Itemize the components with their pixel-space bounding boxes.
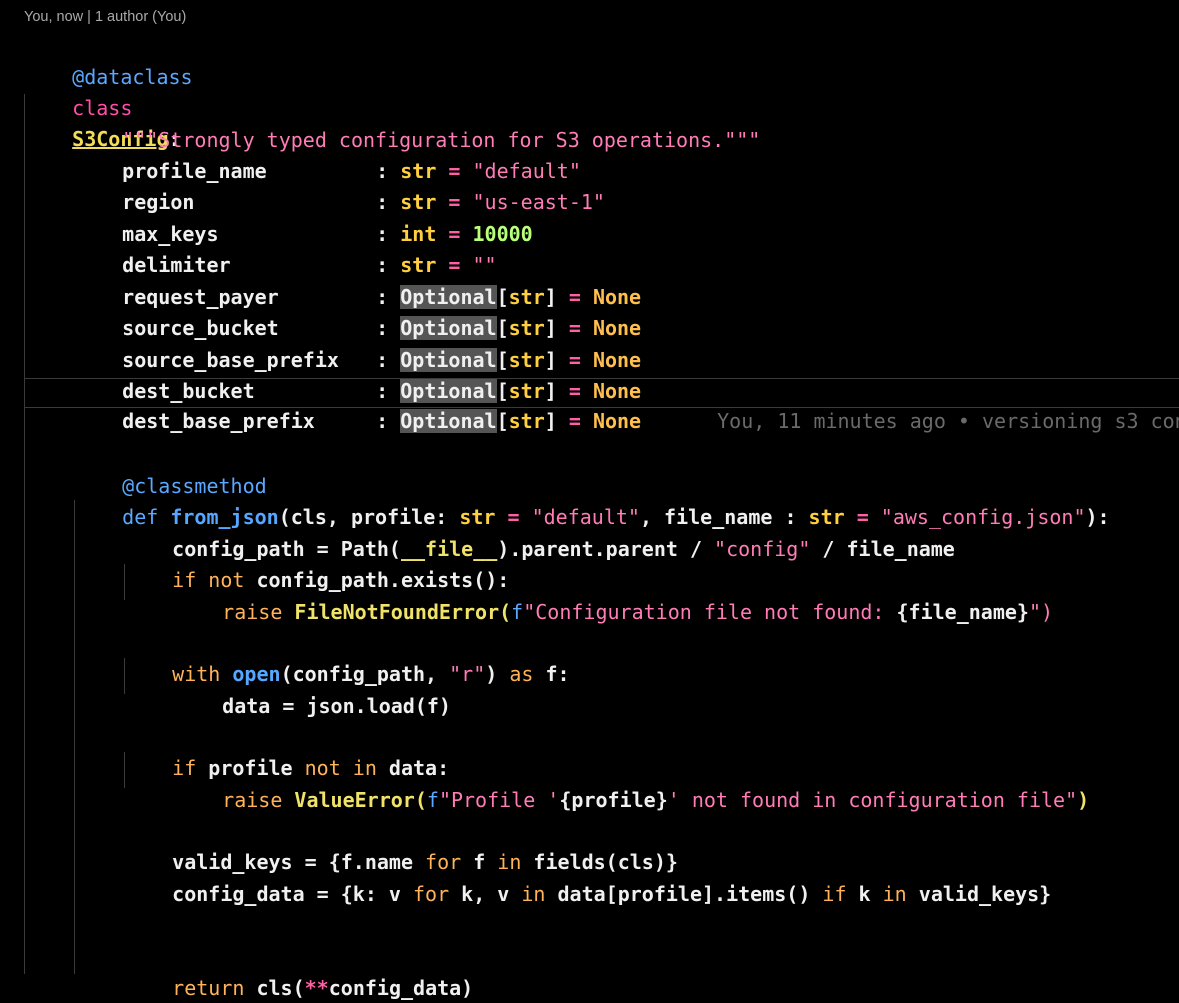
string: ' not found in configuration file" [667,788,1078,812]
fstring-var: {profile} [559,788,668,812]
field-value: None [592,409,642,433]
indent-guide [24,94,25,974]
code-line[interactable]: raise ValueError(f"Profile '{profile}' n… [174,754,1089,812]
fstring-prefix: f [426,788,439,812]
code-line[interactable]: raise FileNotFoundError(f"Configuration … [174,566,1053,624]
code-line-class-def[interactable]: class S3Config: [24,62,180,151]
code-line[interactable]: config_path = Path(__file__).parent.pare… [124,503,955,561]
fstring-prefix: f [511,600,524,624]
code-line[interactable]: return cls(**config_data) [124,942,473,1000]
code-text: / file_name [810,537,955,561]
code-line-field[interactable]: region: str = "us-east-1" [74,156,605,214]
code-line[interactable]: data = json.load(f) [174,660,451,718]
field-name: dest_base_prefix [122,409,315,433]
code-text: ).parent.parent / [497,537,715,561]
code-text: k, v [449,882,522,906]
keyword-for: for [413,882,450,906]
code-text: config_data) [328,976,474,1000]
code-text: cls( [244,976,305,1000]
keyword-in: in [521,882,546,906]
bracket-open: [ [496,409,509,433]
code-text: k [846,882,883,906]
code-line-field[interactable]: profile_name: str = "default" [74,125,581,183]
keyword-if: if [822,882,847,906]
code-line-field[interactable]: request_payer: Optional[str] = None [74,251,641,309]
keyword-return: return [172,976,245,1000]
code-text: valid_keys} [906,882,1052,906]
keyword-raise: raise [222,788,283,812]
code-editor[interactable]: You, now | 1 author (You) @dataclass cla… [0,0,1179,1003]
code-text: ) [485,662,510,686]
code-text: data[profile].items() [545,882,823,906]
field-colon: : [376,409,401,433]
code-line-field[interactable]: source_base_prefix: Optional[str] = None [74,314,641,372]
code-line[interactable]: config_data = {k: v for k, v in data[pro… [124,848,1051,906]
string: ") [1028,600,1054,624]
exception-name: FileNotFoundError( [282,600,512,624]
operator-unpack: ** [304,976,329,1000]
string: "r" [449,662,486,686]
bracket-close: ] [544,409,557,433]
code-line-docstring[interactable]: """Strongly typed configuration for S3 o… [74,94,760,152]
code-line-field[interactable]: source_bucket: Optional[str] = None [74,282,641,340]
keyword-raise: raise [222,600,283,624]
code-text: config_data = {k: v [172,882,413,906]
string: "Configuration file not found: [523,600,897,624]
code-line-field[interactable]: delimiter: str = "" [74,219,496,277]
fstring-var: {file_name} [896,600,1029,624]
field-eq: = [556,409,593,433]
string: "Profile ' [438,788,560,812]
field-subtype: str [508,409,545,433]
code-line[interactable]: if not config_path.exists(): [124,534,509,592]
exception-name: ValueError( [282,788,427,812]
code-line[interactable]: if profile not in data: [124,722,449,780]
codelens-author-info[interactable]: You, now | 1 author (You) [24,9,186,25]
code-line-current[interactable]: dest_base_prefix: Optional[str] = None Yo… [24,378,1179,433]
code-line-def[interactable]: def from_json(cls, profile: str = "defau… [74,471,1109,529]
code-line[interactable]: valid_keys = {f.name for f in fields(cls… [124,816,678,874]
string: "config" [714,537,811,561]
code-line-decorator[interactable]: @dataclass [24,31,192,89]
paren-close: ): [1085,505,1110,529]
code-line[interactable]: with open(config_path, "r") as f: [124,628,569,686]
field-type-optional: Optional [400,409,497,433]
code-text: data = json.load(f) [222,694,451,718]
keyword-as: as [509,662,534,686]
code-line-field[interactable]: max_keys: int = 10000 [74,188,533,246]
indent-guide [74,500,75,974]
code-line-field[interactable]: dest_bucket: Optional[str] = None [74,345,641,403]
paren-close: ) [1077,788,1090,812]
code-line-decorator[interactable]: @classmethod [74,440,267,498]
git-blame-annotation[interactable]: You, 11 minutes ago • versioning s3 conf [717,409,1179,433]
keyword-in: in [882,882,907,906]
code-text: f: [533,662,570,686]
